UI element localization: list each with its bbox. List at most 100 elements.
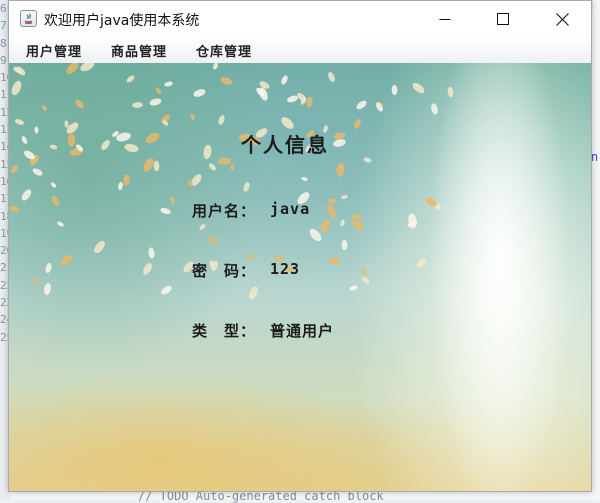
petal-decoration	[362, 156, 373, 164]
petal-decoration	[280, 74, 289, 86]
petal-decoration	[207, 236, 220, 244]
petal-decoration	[414, 256, 429, 270]
petal-decoration	[31, 166, 44, 178]
petal-decoration	[78, 63, 97, 74]
petal-decoration	[332, 138, 347, 148]
maximize-button[interactable]	[474, 1, 532, 37]
petal-decoration	[192, 87, 207, 99]
petal-decoration	[44, 262, 53, 274]
ide-code-fragment: n	[591, 150, 599, 164]
petal-decoration	[169, 195, 176, 205]
petal-decoration	[20, 135, 29, 145]
menu-user-management[interactable]: 用户管理	[26, 41, 82, 60]
petal-decoration	[9, 163, 20, 175]
petal-decoration	[67, 133, 76, 147]
petal-decoration	[391, 84, 398, 96]
petal-decoration	[198, 223, 207, 231]
menu-bar: 用户管理 商品管理 仓库管理	[9, 37, 591, 64]
petal-decoration	[300, 176, 309, 182]
petal-decoration	[219, 75, 234, 87]
petal-decoration	[328, 257, 341, 265]
petal-decoration	[247, 285, 260, 301]
petal-decoration	[325, 203, 338, 219]
petal-decoration	[14, 117, 25, 127]
minimize-icon	[439, 19, 451, 20]
petal-decoration	[43, 282, 52, 296]
petal-decoration	[159, 206, 172, 216]
java-app-icon	[20, 10, 37, 27]
app-window: 欢迎用户java使用本系统 用户管理 商品管理 仓库管理 个人信息 用户名： j…	[8, 0, 592, 492]
minimize-button[interactable]	[416, 1, 474, 37]
petal-decoration	[50, 194, 61, 208]
petal-decoration	[318, 217, 333, 235]
petal-decoration	[34, 126, 39, 134]
petal-decoration	[242, 181, 251, 193]
username-label: 用户名：	[192, 202, 257, 220]
petal-decoration	[49, 143, 58, 151]
username-value: java	[270, 200, 311, 218]
close-icon	[555, 12, 569, 26]
petal-decoration	[147, 247, 156, 259]
petal-decoration	[353, 118, 362, 130]
password-value: 123	[270, 260, 301, 278]
petal-decoration	[207, 162, 218, 172]
petal-decoration	[56, 220, 65, 228]
maximize-icon	[497, 13, 509, 25]
petal-decoration	[58, 253, 75, 267]
password-label: 密 码：	[192, 262, 257, 280]
user-type-value: 普通用户	[270, 322, 335, 340]
window-title: 欢迎用户java使用本系统	[44, 13, 200, 29]
petal-decoration	[430, 102, 439, 116]
petal-decoration	[189, 113, 196, 121]
petal-decoration	[32, 278, 41, 284]
petal-decoration	[447, 86, 454, 98]
petal-decoration	[163, 80, 174, 88]
petal-decoration	[125, 74, 136, 84]
petal-decoration	[335, 162, 346, 178]
petal-decoration	[348, 284, 359, 292]
close-button[interactable]	[533, 1, 591, 37]
petal-decoration	[141, 261, 154, 277]
petal-decoration	[9, 205, 21, 213]
petal-decoration	[132, 101, 143, 109]
menu-warehouse-management[interactable]: 仓库管理	[196, 41, 252, 60]
petal-decoration	[99, 138, 112, 152]
petal-decoration	[217, 157, 232, 165]
petal-decoration	[122, 174, 131, 186]
petal-decoration	[354, 98, 369, 112]
menu-product-management[interactable]: 商品管理	[111, 41, 167, 60]
petal-decoration	[410, 80, 427, 96]
petal-decoration	[286, 94, 299, 104]
petal-decoration	[92, 238, 107, 256]
petal-decoration	[217, 114, 226, 126]
petal-decoration	[19, 187, 34, 203]
petal-decoration	[73, 97, 86, 111]
petal-decoration	[40, 104, 49, 112]
petal-decoration	[14, 64, 27, 78]
petal-decoration	[326, 70, 337, 84]
petal-decoration	[49, 181, 58, 189]
petal-decoration	[359, 268, 368, 276]
petal-decoration	[148, 97, 163, 107]
petal-decoration	[341, 239, 348, 251]
user-type-label: 类 型：	[192, 322, 257, 340]
personal-info-panel: 个人信息 用户名： java 密 码： 123 类 型： 普通用户	[9, 63, 591, 491]
petal-decoration	[153, 160, 160, 172]
petal-decoration	[360, 275, 371, 285]
petal-decoration	[123, 142, 140, 154]
title-bar: 欢迎用户java使用本系统	[9, 1, 591, 37]
petal-decoration	[350, 218, 365, 232]
petal-decoration	[340, 194, 349, 200]
petal-decoration	[159, 283, 174, 297]
page-title: 个人信息	[241, 133, 329, 157]
petal-decoration	[212, 63, 219, 71]
petal-decoration	[143, 130, 162, 146]
petal-decoration	[339, 219, 346, 227]
petal-decoration	[202, 144, 213, 160]
petal-decoration	[64, 120, 69, 128]
petal-decoration	[9, 79, 24, 97]
petal-decoration	[64, 63, 81, 76]
petal-decoration	[230, 163, 235, 171]
petal-decoration	[154, 86, 163, 96]
petal-decoration	[305, 96, 314, 108]
